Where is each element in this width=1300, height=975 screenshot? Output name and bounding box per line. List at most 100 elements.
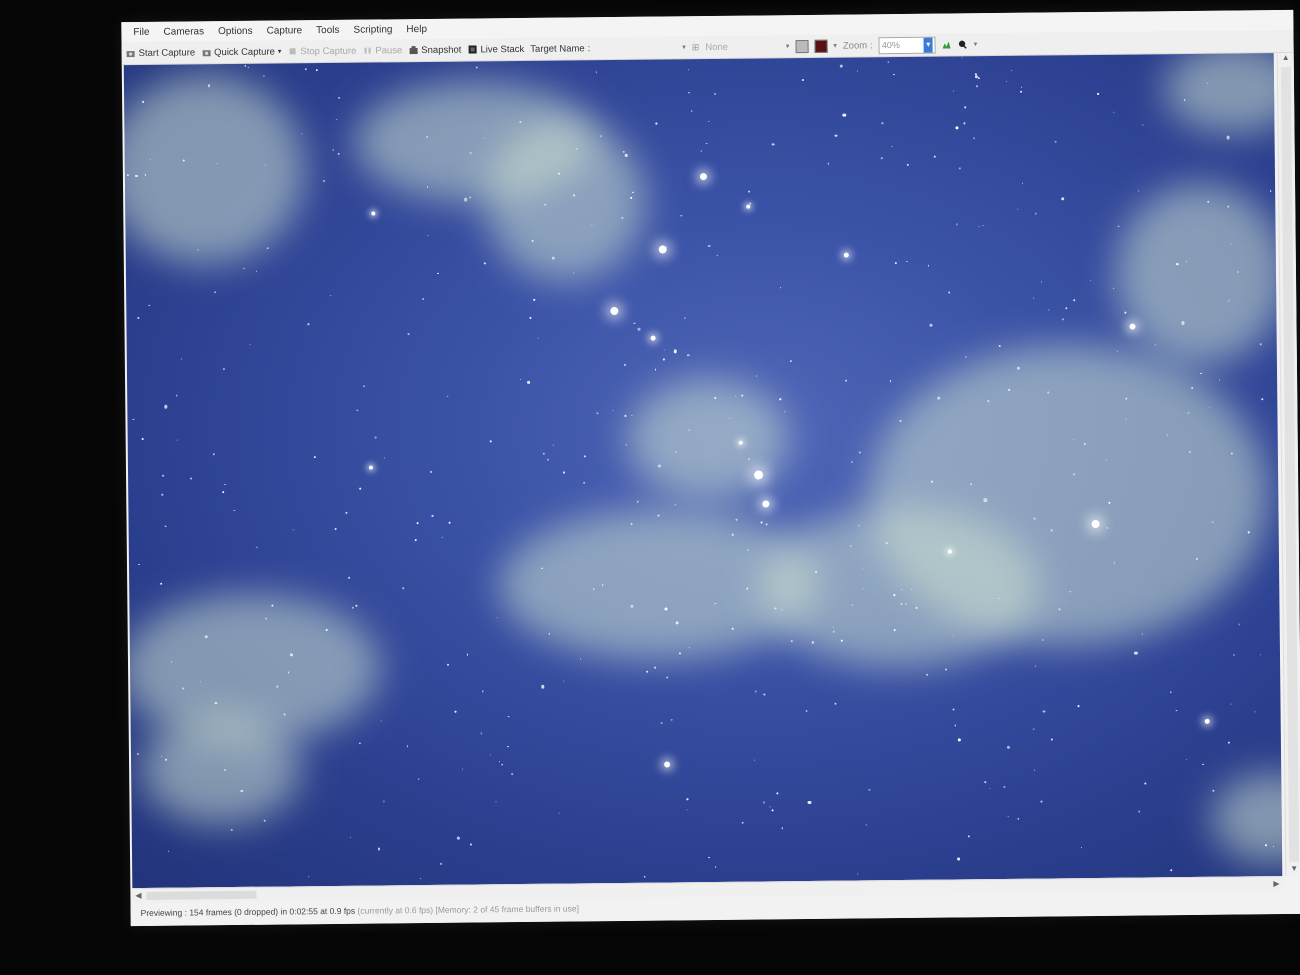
star xyxy=(402,587,405,590)
star xyxy=(464,197,468,202)
star xyxy=(544,203,547,206)
target-name-input[interactable] xyxy=(596,40,676,55)
star xyxy=(688,91,690,94)
star xyxy=(176,394,178,397)
stop-capture-button[interactable]: Stop Capture xyxy=(287,45,356,57)
red-swatch[interactable] xyxy=(814,39,828,53)
star xyxy=(622,150,625,153)
star xyxy=(779,287,782,289)
star xyxy=(851,461,853,463)
zoom-select[interactable]: 40% ▼ xyxy=(878,36,936,54)
star xyxy=(630,523,633,526)
star xyxy=(1106,526,1108,529)
star xyxy=(480,732,483,735)
grey-swatch[interactable] xyxy=(795,39,809,53)
menu-tools[interactable]: Tools xyxy=(316,24,339,35)
star xyxy=(380,720,382,722)
star xyxy=(583,455,586,458)
pause-button[interactable]: Pause xyxy=(362,45,402,56)
star xyxy=(501,764,503,766)
star xyxy=(900,603,903,606)
menu-scripting[interactable]: Scripting xyxy=(353,24,392,35)
star xyxy=(1077,705,1080,708)
star xyxy=(1043,710,1046,713)
scroll-up-icon[interactable]: ▲ xyxy=(1278,53,1294,65)
bright-star xyxy=(371,211,376,216)
menu-file[interactable]: File xyxy=(133,26,149,37)
star xyxy=(967,835,970,838)
start-capture-button[interactable]: Start Capture xyxy=(126,47,195,59)
star xyxy=(265,617,267,620)
menu-options[interactable]: Options xyxy=(218,25,253,36)
menu-help[interactable]: Help xyxy=(406,23,427,34)
star xyxy=(900,589,902,591)
star xyxy=(292,529,294,531)
star xyxy=(937,396,941,400)
star xyxy=(590,223,593,225)
star xyxy=(414,538,418,542)
star xyxy=(973,137,975,140)
star xyxy=(383,800,385,803)
cloud xyxy=(1211,772,1283,864)
star xyxy=(765,523,768,526)
filter-select-value: None xyxy=(705,41,729,53)
star xyxy=(181,358,183,360)
star xyxy=(714,602,717,605)
live-stack-label: Live Stack xyxy=(480,43,525,55)
star xyxy=(1260,343,1262,346)
star xyxy=(529,316,532,319)
star xyxy=(475,66,478,69)
magnifier-icon[interactable] xyxy=(958,39,968,49)
star xyxy=(998,344,1001,347)
chevron-down-icon[interactable]: ▾ xyxy=(974,40,978,48)
preview-image[interactable] xyxy=(123,53,1283,889)
scroll-right-icon[interactable]: ▶ xyxy=(1270,877,1282,891)
filter-select[interactable]: None ▾ xyxy=(705,41,789,53)
star xyxy=(182,687,184,690)
live-stack-button[interactable]: Live Stack xyxy=(467,43,524,55)
star xyxy=(270,604,274,607)
star xyxy=(1020,90,1023,93)
chevron-down-icon[interactable]: ▾ xyxy=(682,43,686,51)
star xyxy=(1142,124,1144,126)
scroll-left-icon[interactable]: ◀ xyxy=(132,889,144,903)
star xyxy=(891,146,893,148)
star xyxy=(377,847,380,851)
star xyxy=(747,190,750,193)
star xyxy=(164,405,168,409)
bright-star xyxy=(610,306,619,316)
star xyxy=(1033,297,1035,299)
star xyxy=(462,768,464,770)
bright-star xyxy=(746,204,751,209)
star xyxy=(1017,208,1019,211)
star xyxy=(680,214,682,217)
star xyxy=(447,664,450,666)
menu-capture[interactable]: Capture xyxy=(267,25,303,36)
chevron-down-icon[interactable]: ▾ xyxy=(278,47,282,55)
histogram-icon[interactable] xyxy=(942,39,952,49)
star xyxy=(716,255,718,257)
star xyxy=(244,65,247,67)
star xyxy=(543,453,546,456)
quick-capture-button[interactable]: Quick Capture ▾ xyxy=(201,46,281,58)
star xyxy=(929,323,933,327)
star xyxy=(760,521,763,524)
vertical-scroll-thumb[interactable] xyxy=(1280,66,1300,862)
star xyxy=(1212,789,1215,792)
snapshot-icon xyxy=(409,46,418,55)
horizontal-scroll-thumb[interactable] xyxy=(146,890,257,900)
star xyxy=(579,658,581,660)
scroll-down-icon[interactable]: ▼ xyxy=(1286,864,1300,876)
star xyxy=(633,322,636,325)
star xyxy=(827,162,829,165)
bright-star xyxy=(650,335,656,341)
star xyxy=(495,801,497,803)
star xyxy=(447,395,449,397)
star xyxy=(1073,473,1076,475)
star xyxy=(625,444,627,446)
star xyxy=(624,414,627,417)
star xyxy=(886,542,888,544)
snapshot-button[interactable]: Snapshot xyxy=(408,44,461,56)
chevron-down-icon[interactable]: ▾ xyxy=(833,42,837,50)
menu-cameras[interactable]: Cameras xyxy=(163,26,204,37)
